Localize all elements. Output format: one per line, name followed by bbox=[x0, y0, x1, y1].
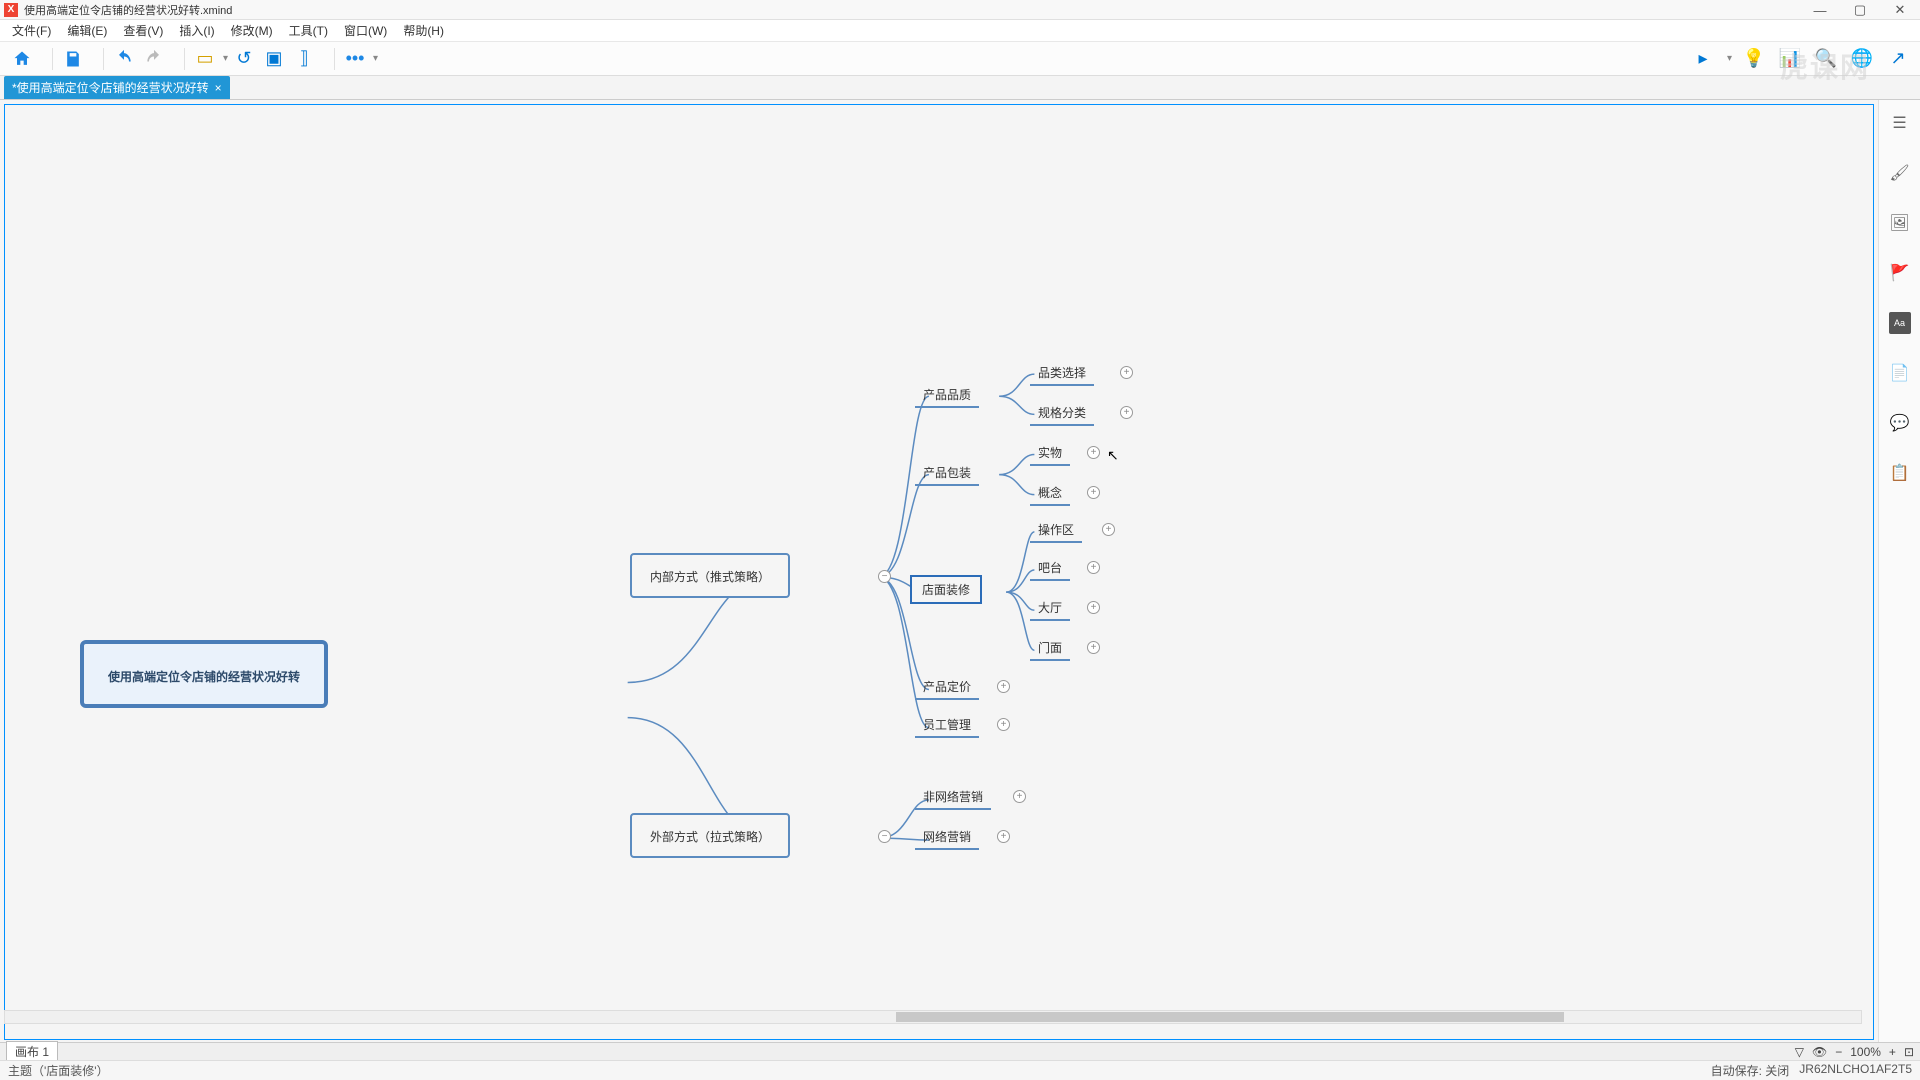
minimize-button[interactable]: — bbox=[1800, 0, 1840, 20]
task-icon[interactable]: 📋 bbox=[1889, 462, 1911, 484]
leaf-online-marketing[interactable]: 网络营销 bbox=[915, 825, 979, 850]
leaf-concept[interactable]: 概念 bbox=[1030, 481, 1070, 506]
menu-modify[interactable]: 修改(M) bbox=[223, 20, 281, 41]
leaf-operation-area[interactable]: 操作区 bbox=[1030, 518, 1082, 543]
tabbar: *使用高端定位令店铺的经营状况好转 × bbox=[0, 76, 1920, 100]
expand-icon[interactable]: + bbox=[1120, 366, 1133, 379]
marker-icon[interactable]: 🚩 bbox=[1889, 262, 1911, 284]
node-staff[interactable]: 员工管理 bbox=[915, 713, 979, 738]
node-decoration-selected[interactable]: 店面装修 bbox=[910, 575, 982, 604]
search-button[interactable]: 🔍 bbox=[1812, 45, 1840, 73]
home-button[interactable] bbox=[8, 45, 36, 73]
branch-external[interactable]: 外部方式（拉式策略） bbox=[630, 813, 790, 858]
idea-button[interactable]: 💡 bbox=[1740, 45, 1768, 73]
mouse-cursor-icon: ↖ bbox=[1107, 447, 1119, 464]
expand-icon[interactable]: + bbox=[1087, 486, 1100, 499]
expand-icon[interactable]: + bbox=[997, 830, 1010, 843]
side-panel: ☰ 🖌 🖼 🚩 Aa 📄 💬 📋 bbox=[1878, 100, 1920, 1044]
collapse-icon[interactable]: − bbox=[878, 830, 891, 843]
save-button[interactable] bbox=[59, 45, 87, 73]
leaf-physical[interactable]: 实物 bbox=[1030, 441, 1070, 466]
menu-tools[interactable]: 工具(T) bbox=[281, 20, 336, 41]
workspace: 使用高端定位令店铺的经营状况好转 内部方式（推式策略） − 产品品质 产品包装 … bbox=[0, 100, 1920, 1044]
menu-help[interactable]: 帮助(H) bbox=[395, 20, 452, 41]
topic-button[interactable]: ▭ bbox=[191, 45, 219, 73]
menu-edit[interactable]: 编辑(E) bbox=[59, 20, 115, 41]
node-product-quality[interactable]: 产品品质 bbox=[915, 383, 979, 408]
window-title: 使用高端定位令店铺的经营状况好转.xmind bbox=[24, 2, 232, 18]
more-button[interactable]: ••• bbox=[341, 45, 369, 73]
menu-window[interactable]: 窗口(W) bbox=[336, 20, 395, 41]
relationship-button[interactable]: ↺ bbox=[230, 45, 258, 73]
label-icon[interactable]: Aa bbox=[1889, 312, 1911, 334]
expand-icon[interactable]: + bbox=[1087, 601, 1100, 614]
horizontal-scrollbar[interactable] bbox=[4, 1010, 1862, 1024]
boundary-button[interactable]: ▣ bbox=[260, 45, 288, 73]
sheetbar: 画布 1 ▽ 👁 − 100% + ⊡ bbox=[0, 1042, 1920, 1060]
status-selection: 主题（'店面装修'） bbox=[8, 1062, 109, 1079]
format-icon[interactable]: 🖌 bbox=[1889, 162, 1911, 184]
expand-icon[interactable]: + bbox=[997, 718, 1010, 731]
menu-insert[interactable]: 插入(I) bbox=[171, 20, 222, 41]
branch-internal[interactable]: 内部方式（推式策略） bbox=[630, 553, 790, 598]
gantt-button[interactable]: 📊 bbox=[1776, 45, 1804, 73]
leaf-hall[interactable]: 大厅 bbox=[1030, 596, 1070, 621]
tab-close-icon[interactable]: × bbox=[215, 81, 222, 95]
present-button[interactable]: ▸ bbox=[1689, 45, 1717, 73]
expand-icon[interactable]: + bbox=[1087, 446, 1100, 459]
outline-icon[interactable]: ☰ bbox=[1889, 112, 1911, 134]
notes-icon[interactable]: 📄 bbox=[1889, 362, 1911, 384]
mindmap-root[interactable]: 使用高端定位令店铺的经营状况好转 bbox=[80, 640, 328, 708]
tab-label: *使用高端定位令店铺的经营状况好转 bbox=[12, 79, 209, 96]
expand-icon[interactable]: + bbox=[1087, 561, 1100, 574]
app-icon: X bbox=[4, 3, 18, 17]
expand-icon[interactable]: + bbox=[997, 680, 1010, 693]
summary-button[interactable]: ⟧ bbox=[290, 45, 318, 73]
node-packaging[interactable]: 产品包装 bbox=[915, 461, 979, 486]
zoom-level[interactable]: 100% bbox=[1850, 1045, 1881, 1059]
toolbar: ▭▾ ↺ ▣ ⟧ •••▾ ▸▾ 💡 📊 🔍 🌐 ↗ bbox=[0, 42, 1920, 76]
menu-view[interactable]: 查看(V) bbox=[115, 20, 171, 41]
undo-button[interactable] bbox=[110, 45, 138, 73]
statusbar: 主题（'店面装修'） 自动保存: 关闭 JR62NLCHO1AF2T5 bbox=[0, 1060, 1920, 1080]
export-button[interactable]: ↗ bbox=[1884, 45, 1912, 73]
titlebar: X 使用高端定位令店铺的经营状况好转.xmind — ▢ ✕ bbox=[0, 0, 1920, 20]
collapse-icon[interactable]: − bbox=[878, 570, 891, 583]
node-pricing[interactable]: 产品定价 bbox=[915, 675, 979, 700]
image-icon[interactable]: 🖼 bbox=[1889, 212, 1911, 234]
document-tab[interactable]: *使用高端定位令店铺的经营状况好转 × bbox=[4, 76, 230, 99]
leaf-category[interactable]: 品类选择 bbox=[1030, 361, 1094, 386]
leaf-facade[interactable]: 门面 bbox=[1030, 636, 1070, 661]
expand-icon[interactable]: + bbox=[1120, 406, 1133, 419]
sheet-tab[interactable]: 画布 1 bbox=[6, 1041, 58, 1062]
autosave-status: 自动保存: 关闭 bbox=[1711, 1062, 1790, 1079]
leaf-offline-marketing[interactable]: 非网络营销 bbox=[915, 785, 991, 810]
expand-icon[interactable]: + bbox=[1087, 641, 1100, 654]
view-icon[interactable]: 👁 bbox=[1812, 1045, 1827, 1059]
leaf-bar[interactable]: 吧台 bbox=[1030, 556, 1070, 581]
status-code: JR62NLCHO1AF2T5 bbox=[1799, 1062, 1912, 1079]
share-button[interactable]: 🌐 bbox=[1848, 45, 1876, 73]
fit-button[interactable]: ⊡ bbox=[1904, 1045, 1914, 1059]
close-button[interactable]: ✕ bbox=[1880, 0, 1920, 20]
canvas[interactable]: 使用高端定位令店铺的经营状况好转 内部方式（推式策略） − 产品品质 产品包装 … bbox=[4, 104, 1874, 1040]
leaf-spec[interactable]: 规格分类 bbox=[1030, 401, 1094, 426]
filter-icon[interactable]: ▽ bbox=[1795, 1045, 1804, 1059]
zoom-in-button[interactable]: + bbox=[1889, 1045, 1896, 1059]
menu-file[interactable]: 文件(F) bbox=[4, 20, 59, 41]
redo-button[interactable] bbox=[140, 45, 168, 73]
zoom-out-button[interactable]: − bbox=[1835, 1045, 1842, 1059]
expand-icon[interactable]: + bbox=[1013, 790, 1026, 803]
maximize-button[interactable]: ▢ bbox=[1840, 0, 1880, 20]
expand-icon[interactable]: + bbox=[1102, 523, 1115, 536]
comments-icon[interactable]: 💬 bbox=[1889, 412, 1911, 434]
menubar: 文件(F) 编辑(E) 查看(V) 插入(I) 修改(M) 工具(T) 窗口(W… bbox=[0, 20, 1920, 42]
